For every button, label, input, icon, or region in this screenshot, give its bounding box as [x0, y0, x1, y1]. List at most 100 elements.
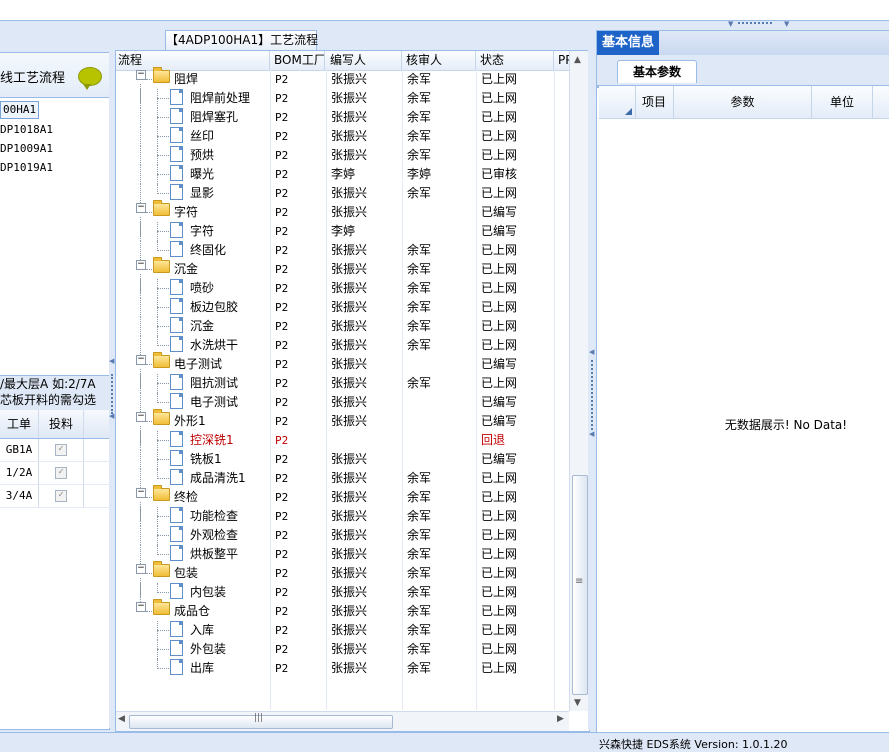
scroll-right-icon[interactable]: ▶ [557, 714, 564, 724]
collapse-toggle-icon[interactable]: − [136, 488, 146, 498]
col-param[interactable]: 参数 [674, 86, 812, 118]
tree-row[interactable]: 入库 P2 张振兴 余军 已上网 [116, 621, 569, 640]
col-bom-factory[interactable]: BOM工厂 [272, 51, 325, 70]
feed-checkbox[interactable]: ✓ [55, 467, 67, 479]
collapse-toggle-icon[interactable]: − [136, 260, 146, 270]
collapse-toggle-icon[interactable]: − [136, 412, 146, 422]
order-row[interactable]: GB1A ✓ [0, 439, 109, 462]
tree-row[interactable]: 外包装 P2 张振兴 余军 已上网 [116, 640, 569, 659]
document-icon [170, 279, 183, 295]
tree-row[interactable]: − 外形1 P2 张振兴 已编写 [116, 409, 569, 445]
tree-row[interactable]: 功能检查 P2 张振兴 余军 已上网 [116, 507, 569, 526]
tree-row[interactable]: − 电子测试 P2 张振兴 已编写 [116, 352, 569, 388]
col-process[interactable]: 流程 [116, 51, 270, 70]
tree-row[interactable]: 丝印 P2 张振兴 余军 已上网 [116, 127, 569, 146]
tab-basic-params[interactable]: 基本参数 [617, 60, 697, 83]
tree-row[interactable]: 字符 P2 李婷 已编写 [116, 222, 569, 241]
tree-row[interactable]: − 终检 P2 张振兴 余军 已上网 [116, 485, 569, 521]
tree-row[interactable]: 阻焊塞孔 P2 张振兴 余军 已上网 [116, 108, 569, 127]
col-writer[interactable]: 编写人 [328, 51, 402, 70]
collapse-right-icon[interactable]: ◀ [589, 348, 594, 356]
tree-row[interactable]: 终固化 P2 张振兴 余军 已上网 [116, 241, 569, 260]
tree-row[interactable]: 外观检查 P2 张振兴 余军 已上网 [116, 526, 569, 545]
bom-cell: P2 [275, 244, 289, 257]
collapse-toggle-icon[interactable]: − [136, 355, 146, 365]
basic-info-title[interactable]: 基本信息 [597, 31, 660, 55]
tree-connector [157, 250, 169, 251]
tree-row[interactable]: 铣板1 P2 张振兴 已编写 [116, 450, 569, 469]
tree-row[interactable]: 烘板整平 P2 张振兴 余军 已上网 [116, 545, 569, 564]
tree-row[interactable]: 内包装 P2 张振兴 余军 已上网 [116, 583, 569, 602]
tree-row[interactable]: 沉金 P2 张振兴 余军 已上网 [116, 317, 569, 336]
tree-row[interactable]: 显影 P2 张振兴 余军 已上网 [116, 184, 569, 203]
product-list-item[interactable]: DP1019A1 [0, 158, 109, 177]
bom-cell: P2 [275, 263, 289, 276]
tree-row[interactable]: − 沉金 P2 张振兴 余军 已上网 [116, 257, 569, 293]
scroll-down-icon[interactable]: ▼ [574, 698, 581, 708]
feed-checkbox[interactable]: ✓ [55, 444, 67, 456]
col-unit[interactable]: 单位 [812, 86, 873, 118]
left-panel: 线工艺流程 00HA1 DP1018A1 DP1009A1 DP1019A1 /最大层… [0, 52, 110, 730]
tree-row[interactable]: 控深铣1 P2 回退 [116, 431, 569, 450]
document-icon [170, 298, 183, 314]
tree-row[interactable]: 出库 P2 张振兴 余军 已上网 [116, 659, 569, 678]
tree-row[interactable]: − 成品仓 P2 张振兴 余军 已上网 [116, 599, 569, 621]
horizontal-scrollbar[interactable]: ◀ ▶ [116, 711, 569, 731]
collapse-left-icon-2[interactable]: ◀ [109, 412, 114, 420]
tree-node-label: 出库 [190, 661, 215, 675]
tree-row[interactable]: 阻焊前处理 P2 张振兴 余军 已上网 [116, 89, 569, 108]
tree-row[interactable]: 曝光 P2 李婷 李婷 已审核 [116, 165, 569, 184]
tree-connector [157, 649, 169, 650]
tree-row[interactable]: 成品清洗1 P2 张振兴 余军 已上网 [116, 469, 569, 488]
tree-row[interactable]: − 包装 P2 张振兴 余军 已上网 [116, 561, 569, 597]
writer-cell: 张振兴 [331, 547, 368, 561]
order-row[interactable]: 1/2A ✓ [0, 462, 109, 485]
vertical-scrollbar[interactable]: ▲ ▼ [569, 51, 589, 711]
tree-row[interactable]: 水洗烘干 P2 张振兴 余军 已上网 [116, 336, 569, 355]
writer-cell: 张振兴 [331, 585, 368, 599]
feed-checkbox[interactable]: ✓ [55, 490, 67, 502]
collapse-right-icon-2[interactable]: ◀ [589, 430, 594, 438]
chat-bubble-icon[interactable] [78, 67, 102, 90]
collapse-up-icon[interactable]: ▼ [728, 21, 733, 28]
tree-row[interactable]: − 字符 P2 张振兴 已编写 [116, 200, 569, 236]
document-icon [170, 374, 183, 390]
top-splitter-grip[interactable] [738, 22, 772, 27]
scroll-left-icon[interactable]: ◀ [118, 714, 125, 724]
tree-node-label: 控深铣1 [190, 433, 234, 447]
horizontal-scroll-thumb[interactable] [129, 713, 393, 729]
col-status[interactable]: 状态 [478, 51, 554, 70]
collapse-toggle-icon[interactable]: − [136, 203, 146, 213]
tree-row[interactable]: 电子测试 P2 张振兴 已编写 [116, 393, 569, 412]
tree-node-label: 阻焊前处理 [190, 91, 251, 105]
product-list-item[interactable]: 00HA1 [0, 101, 40, 119]
process-flow-tab[interactable]: 【4ADP100HA1】工艺流程 [165, 30, 318, 51]
middle-splitter[interactable]: ◀ ◀ [588, 30, 596, 730]
collapse-left-icon[interactable]: ◀ [109, 357, 114, 365]
tree-row[interactable]: 阻抗测试 P2 张振兴 余军 已上网 [116, 374, 569, 393]
col-order[interactable]: 工单 [0, 410, 39, 438]
collapse-toggle-icon[interactable]: − [136, 564, 146, 574]
tree-row[interactable]: 板边包胶 P2 张振兴 余军 已上网 [116, 298, 569, 317]
tree-row[interactable]: 喷砂 P2 张振兴 余军 已上网 [116, 279, 569, 298]
order-row[interactable]: 3/4A ✓ [0, 485, 109, 508]
tree-row[interactable]: 预烘 P2 张振兴 余军 已上网 [116, 146, 569, 165]
window-top-bar [0, 0, 889, 21]
vertical-scroll-thumb[interactable] [572, 475, 588, 695]
tree-connector [146, 79, 152, 80]
status-cell: 已上网 [481, 528, 518, 542]
middle-splitter-grip[interactable] [591, 360, 595, 430]
grid-corner[interactable] [599, 86, 636, 118]
collapse-up-icon-right[interactable]: ▼ [784, 21, 789, 28]
product-list-item[interactable]: DP1018A1 [0, 120, 109, 139]
collapse-toggle-icon[interactable]: − [136, 70, 146, 80]
scroll-up-icon[interactable]: ▲ [574, 55, 581, 65]
bom-cell: P2 [275, 92, 289, 105]
col-reviewer[interactable]: 核审人 [404, 51, 476, 70]
collapse-toggle-icon[interactable]: − [136, 602, 146, 612]
col-feed[interactable]: 投料 [39, 410, 84, 438]
col-item[interactable]: 项目 [635, 86, 674, 118]
product-list-item[interactable]: DP1009A1 [0, 139, 109, 158]
tree-row[interactable]: − 阻焊 P2 张振兴 余军 已上网 [116, 67, 569, 103]
reviewer-cell: 余军 [407, 566, 432, 580]
